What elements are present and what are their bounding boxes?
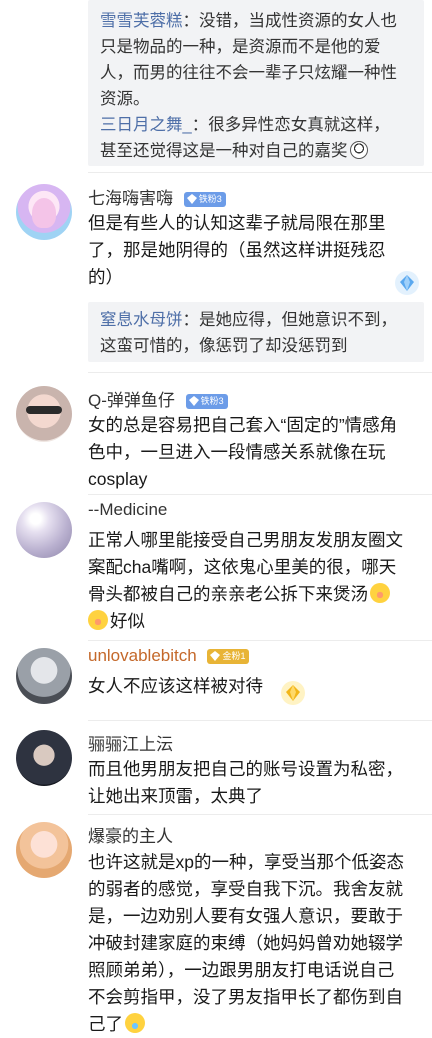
comment-text[interactable]: 但是有些人的认知这辈子就局限在那里 了，那是她阴得的（虽然这样讲挺残忍 的） <box>88 210 418 291</box>
comment-line: 而且他男朋友把自己的账号设置为私密， <box>88 759 403 779</box>
reply-2[interactable]: 三日月之舞_：很多异性恋女真就这样， <box>88 110 424 138</box>
comment-line: 的） <box>88 267 123 287</box>
comment-line: 己了 <box>88 1011 418 1038</box>
divider <box>88 720 432 721</box>
diamond-icon <box>210 651 221 662</box>
reply-text: 只是物品的一种，是资源而不是他的爱 <box>100 38 381 56</box>
avatar[interactable] <box>16 822 72 878</box>
comment-text[interactable]: 正常人哪里能接受自己男朋友发朋友圈文 案配cha嘴啊，这依鬼心里美的很，哪天 骨… <box>88 527 418 635</box>
comment-line: 了，那是她阴得的（虽然这样讲挺残忍 <box>88 240 386 260</box>
reply-text: 这蛮可惜的，像惩罚了却没惩罚到 <box>100 337 348 355</box>
reply-text: 甚至还觉得这是一种对自己的嘉奖 <box>100 142 348 160</box>
diamond-icon <box>186 194 197 205</box>
fan-badge: 铁粉3 <box>183 192 226 208</box>
username[interactable]: 爆豪的主人 <box>88 822 173 847</box>
comment-line: 冲破封建家庭的束缚（她妈妈曾劝她辍学 <box>88 933 403 953</box>
comment-line: 女的总是容易把自己套入“固定的”情感角 <box>88 415 398 435</box>
avatar[interactable] <box>16 730 72 786</box>
comment-line: 的弱者的感觉，享受自我下沉。我舍友就 <box>88 879 403 899</box>
avatar[interactable] <box>16 184 72 240</box>
shy-emoji-icon <box>370 583 390 603</box>
reply-box-top-2: 三日月之舞_：很多异性恋女真就这样， 甚至还觉得这是一种对自己的嘉奖 <box>88 110 424 166</box>
comment-line: 正常人哪里能接受自己男朋友发朋友圈文 <box>88 530 403 550</box>
fan-badge: 铁粉3 <box>185 394 228 410</box>
divider <box>88 640 432 641</box>
reply-text-line: 甚至还觉得这是一种对自己的嘉奖 <box>88 138 424 164</box>
avatar[interactable] <box>16 386 72 442</box>
username-text: unlovablebitch <box>88 646 197 665</box>
comment-line: 不会剪指甲，没了男友指甲长了都伤到自 <box>88 987 403 1007</box>
comment-line: 色中，一旦进入一段情感关系就像在玩 <box>88 442 386 462</box>
username[interactable]: unlovablebitch 金粉1 <box>88 646 250 666</box>
reply-text: ：很多异性恋女真就这样， <box>191 116 390 134</box>
username-text: 爆豪的主人 <box>88 827 173 846</box>
reply-box: 窒息水母饼：是她应得，但她意识不到， 这蛮可惜的，像惩罚了却没惩罚到 <box>88 302 424 362</box>
reply-text: ：没错，当成性资源的女人也 <box>182 12 398 30</box>
divider <box>88 172 432 173</box>
divider <box>88 814 432 815</box>
comment-text[interactable]: 而且他男朋友把自己的账号设置为私密， 让她出来顶雷，太典了 <box>88 756 418 810</box>
reply-text: 人，而男的往往不会一辈子只炫耀一种性 <box>100 64 397 82</box>
divider <box>88 494 432 495</box>
reply-author[interactable]: 窒息水母饼 <box>100 311 183 329</box>
reply-1[interactable]: 雪雪芙蓉糕：没错，当成性资源的女人也 <box>88 0 424 34</box>
comment-line: 好似 <box>88 608 418 635</box>
laughing-emoji-icon <box>125 1013 145 1033</box>
comment-text[interactable]: 也许这就是xp的一种，享受当那个低姿态 的弱者的感觉，享受自我下沉。我舍友就 是… <box>88 849 418 1038</box>
divider <box>88 372 432 373</box>
reply[interactable]: 窒息水母饼：是她应得，但她意识不到， <box>88 302 424 333</box>
username[interactable]: 骊骊江上沄 <box>88 730 173 755</box>
comment-text[interactable]: 女人不应该这样被对待 <box>88 673 418 700</box>
username-text: Q-弹弹鱼仔 <box>88 391 175 410</box>
comment-line: 是，一边劝别人要有女强人意识，要敢于 <box>88 906 403 926</box>
comment-line: 骨头都被自己的亲亲老公拆下来煲汤 <box>88 581 418 608</box>
username-text: 骊骊江上沄 <box>88 735 173 754</box>
reply-author[interactable]: 雪雪芙蓉糕 <box>100 12 183 30</box>
comment-line: 案配cha嘴啊，这依鬼心里美的很，哪天 <box>88 557 397 577</box>
reply-text: ：是她应得，但她意识不到， <box>182 311 398 329</box>
username-text: 七海嗨害嗨 <box>88 189 173 208</box>
fan-badge: 金粉1 <box>207 649 250 665</box>
shy-emoji-icon <box>88 610 108 630</box>
username[interactable]: --Medicine <box>88 500 167 520</box>
reply-author[interactable]: 三日月之舞_ <box>100 116 192 134</box>
comment-line: 但是有些人的认知这辈子就局限在那里 <box>88 213 386 233</box>
comment-line: cosplay <box>88 469 148 489</box>
reply-text: 资源。 <box>100 90 150 108</box>
comment-text[interactable]: 女的总是容易把自己套入“固定的”情感角 色中，一旦进入一段情感关系就像在玩 co… <box>88 412 418 493</box>
comment-line: 也许这就是xp的一种，享受当那个低姿态 <box>88 852 404 872</box>
username[interactable]: Q-弹弹鱼仔 铁粉3 <box>88 386 228 411</box>
avatar[interactable] <box>16 648 72 704</box>
laughing-emoji-icon <box>349 141 368 159</box>
diamond-icon <box>188 396 199 407</box>
comment-line: 让她出来顶雷，太典了 <box>88 786 263 806</box>
gold-reward-icon <box>281 681 305 705</box>
username[interactable]: 七海嗨害嗨 铁粉3 <box>88 184 226 209</box>
username-text: --Medicine <box>88 500 168 519</box>
diamond-reward-icon <box>395 271 419 295</box>
comment-line: 照顾弟弟），一边跟男朋友打电话说自己 <box>88 960 395 980</box>
avatar[interactable] <box>16 502 72 558</box>
comment-line: 女人不应该这样被对待 <box>88 676 263 696</box>
